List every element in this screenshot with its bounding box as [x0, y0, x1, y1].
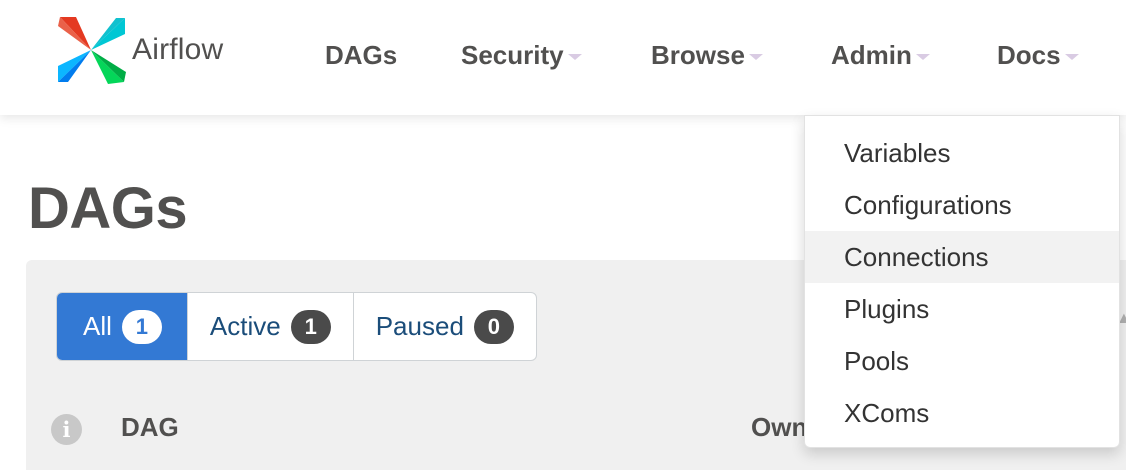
- nav-admin[interactable]: Admin: [831, 36, 930, 74]
- filter-active-label: Active: [209, 311, 281, 341]
- menu-item-variables[interactable]: Variables: [805, 127, 1119, 179]
- caret-down-icon: [1064, 54, 1079, 60]
- menu-item-plugins[interactable]: Plugins: [805, 283, 1119, 335]
- filter-active-count-badge: 1: [290, 309, 331, 344]
- filter-paused-count-badge: 0: [473, 309, 514, 344]
- info-icon[interactable]: i: [51, 414, 82, 445]
- menu-item-xcoms[interactable]: XComs: [805, 387, 1119, 439]
- menu-item-configurations[interactable]: Configurations: [805, 179, 1119, 231]
- status-filter-group: All 1 Active 1 Paused 0: [56, 292, 537, 361]
- brand-name: Airflow: [132, 33, 224, 66]
- nav-docs-label: Docs: [997, 39, 1061, 70]
- nav-dags-label: DAGs: [325, 39, 398, 70]
- admin-dropdown-menu: Variables Configurations Connections Plu…: [804, 115, 1120, 448]
- caret-down-icon: [915, 54, 930, 60]
- nav-docs[interactable]: Docs: [997, 36, 1079, 74]
- filter-paused-button[interactable]: Paused 0: [354, 293, 536, 360]
- navbar: Airflow DAGs Security Browse Admin Docs: [0, 0, 1126, 115]
- page-title: DAGs: [28, 176, 188, 241]
- nav-browse[interactable]: Browse: [651, 36, 763, 74]
- filter-all-button[interactable]: All 1: [57, 293, 188, 360]
- filter-all-count-badge: 1: [121, 309, 162, 344]
- nav-browse-label: Browse: [651, 39, 745, 70]
- airflow-logo-icon: [54, 14, 128, 86]
- column-header-dag[interactable]: DAG: [121, 412, 179, 443]
- filter-paused-label: Paused: [375, 311, 464, 341]
- caret-down-icon: [567, 54, 582, 60]
- nav-security-label: Security: [461, 39, 564, 70]
- menu-item-connections[interactable]: Connections: [805, 231, 1119, 283]
- caret-down-icon: [748, 54, 763, 60]
- nav-admin-label: Admin: [831, 39, 912, 70]
- nav-security[interactable]: Security: [461, 36, 582, 74]
- menu-item-pools[interactable]: Pools: [805, 335, 1119, 387]
- nav-dags[interactable]: DAGs: [325, 36, 397, 74]
- filter-all-label: All: [83, 311, 112, 341]
- brand-home-link[interactable]: Airflow: [54, 14, 223, 86]
- filter-active-button[interactable]: Active 1: [188, 293, 354, 360]
